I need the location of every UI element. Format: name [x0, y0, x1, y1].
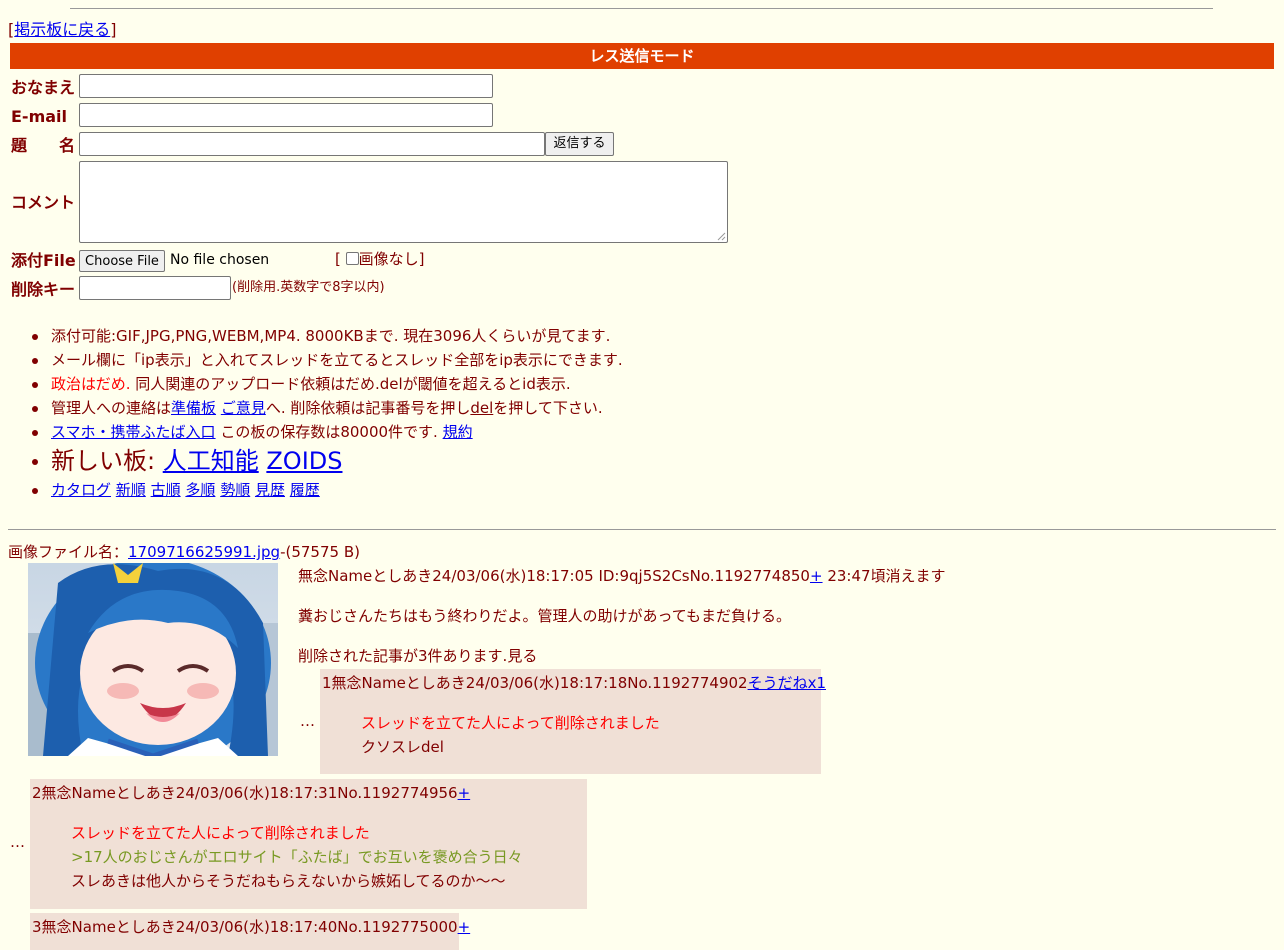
ai-board-link[interactable]: 人工知能 [163, 447, 259, 475]
submit-reply-button[interactable]: 返信する [545, 132, 614, 156]
no-image-option: [ 画像なし] [335, 250, 425, 268]
reply-1-header: 1無念Nameとしあき24/03/06(水)18:17:18No.1192774… [322, 674, 826, 692]
del-link[interactable]: del [470, 399, 493, 417]
resize-handle-icon[interactable] [717, 232, 726, 241]
delete-key-label: 削除キー [11, 280, 76, 299]
no-file-text: No file chosen [170, 252, 270, 268]
email-label: E-mail [11, 107, 68, 126]
no-image-checkbox[interactable] [345, 252, 359, 265]
zoids-board-link[interactable]: ZOIDS [266, 447, 342, 475]
sort-momentum-link[interactable]: 勢順 [220, 481, 250, 499]
sort-links: カタログ 新順 古順 多順 勢順 見歴 履歴 [32, 478, 623, 502]
op-header: 無念Nameとしあき24/03/06(水)18:17:05 ID:9qj5S2C… [298, 567, 946, 585]
comment-label: コメント [11, 193, 76, 212]
op-body: 糞おじさんたちはもう終わりだよ。管理人の助けがあってもまだ負ける。 [298, 607, 792, 625]
rule-mobile: スマホ・携帯ふたば入口 この板の保存数は80000件です. 規約 [32, 420, 623, 444]
reply-2-header: 2無念Nameとしあき24/03/06(水)18:17:31No.1192774… [32, 784, 471, 802]
deleted-posts-note[interactable]: 削除された記事が3件あります.見る [298, 647, 537, 665]
subject-label: 題 名 [11, 136, 76, 155]
reply-2-removed-note: スレッドを立てた人によって削除されました [71, 824, 370, 842]
catalog-link[interactable]: カタログ [51, 481, 111, 499]
delete-key-input[interactable] [79, 276, 231, 300]
delete-key-hint: (削除用.英数字で8字以内) [232, 280, 385, 295]
reply-dots: … [10, 833, 25, 851]
sort-most-link[interactable]: 多順 [185, 481, 215, 499]
op-thumbnail-image[interactable] [28, 563, 278, 756]
rule-politics: 政治はだめ. 同人関連のアップロード依頼はだめ.delが閾値を超えるとid表示. [32, 372, 623, 396]
reply-2: 2無念Nameとしあき24/03/06(水)18:17:31No.1192774… [30, 779, 587, 909]
back-nav: [掲示板に戻る] [8, 20, 117, 39]
subject-input[interactable] [79, 132, 545, 156]
rule-contact: 管理人への連絡は準備板 ご意見へ. 削除依頼は記事番号を押しdelを押して下さい… [32, 396, 623, 420]
rule-attachments: 添付可能:GIF,JPG,PNG,WEBM,MP4. 8000KBまで. 現在3… [32, 324, 623, 348]
sort-old-link[interactable]: 古順 [151, 481, 181, 499]
prep-board-link[interactable]: 準備板 [171, 399, 216, 417]
rule-ip-display: メール欄に「ip表示」と入れてスレッドを立てるとスレッド全部をip表示にできます… [32, 348, 623, 372]
name-input[interactable] [79, 74, 493, 98]
reply-1: 1無念Nameとしあき24/03/06(水)18:17:18No.1192774… [320, 669, 826, 774]
new-boards: 新しい板: 人工知能 ZOIDS [32, 444, 623, 478]
top-divider [70, 8, 1213, 9]
post-history-link[interactable]: 履歴 [290, 481, 320, 499]
terms-link[interactable]: 規約 [443, 423, 473, 441]
reply-3-plus-link[interactable]: + [458, 918, 471, 936]
reply-1-text: クソスレdel [361, 738, 444, 756]
sort-new-link[interactable]: 新順 [116, 481, 146, 499]
reply-2-text: スレあきは他人からそうだねもらえないから嫉妬してるのか〜〜 [71, 872, 506, 890]
reply-1-sodane-link[interactable]: そうだねx1 [748, 674, 826, 692]
choose-file-button[interactable]: Choose File [79, 250, 165, 272]
reply-3-header: 3無念Nameとしあき24/03/06(水)18:17:40No.1192775… [32, 918, 471, 936]
op-file-link[interactable]: 1709716625991.jpg [128, 543, 280, 561]
name-label: おなまえ [11, 78, 76, 97]
reply-2-quote: >17人のおじさんがエロサイト「ふたば」でお互いを褒め合う日々 [71, 848, 523, 866]
thread-divider [8, 529, 1276, 530]
reply-3: 3無念Nameとしあき24/03/06(水)18:17:40No.1192775… [30, 913, 470, 950]
back-to-board-link[interactable]: 掲示板に戻る [14, 20, 110, 39]
reply-dots: … [300, 712, 315, 730]
reply-2-plus-link[interactable]: + [458, 784, 471, 802]
reply-1-removed-note: スレッドを立てた人によって削除されました [361, 714, 660, 732]
comment-textarea[interactable] [79, 161, 728, 243]
file-label: 添付File [11, 251, 76, 270]
email-input[interactable] [79, 103, 493, 127]
op-file-info: 画像ファイル名：1709716625991.jpg-(57575 B) [8, 543, 360, 561]
reply-mode-bar: レス送信モード [10, 43, 1274, 69]
rules-list: 添付可能:GIF,JPG,PNG,WEBM,MP4. 8000KBまで. 現在3… [32, 324, 623, 502]
mobile-entrance-link[interactable]: スマホ・携帯ふたば入口 [51, 423, 216, 441]
viewed-history-link[interactable]: 見歴 [255, 481, 285, 499]
op-plus-link[interactable]: + [810, 567, 823, 585]
feedback-link[interactable]: ご意見 [221, 399, 266, 417]
